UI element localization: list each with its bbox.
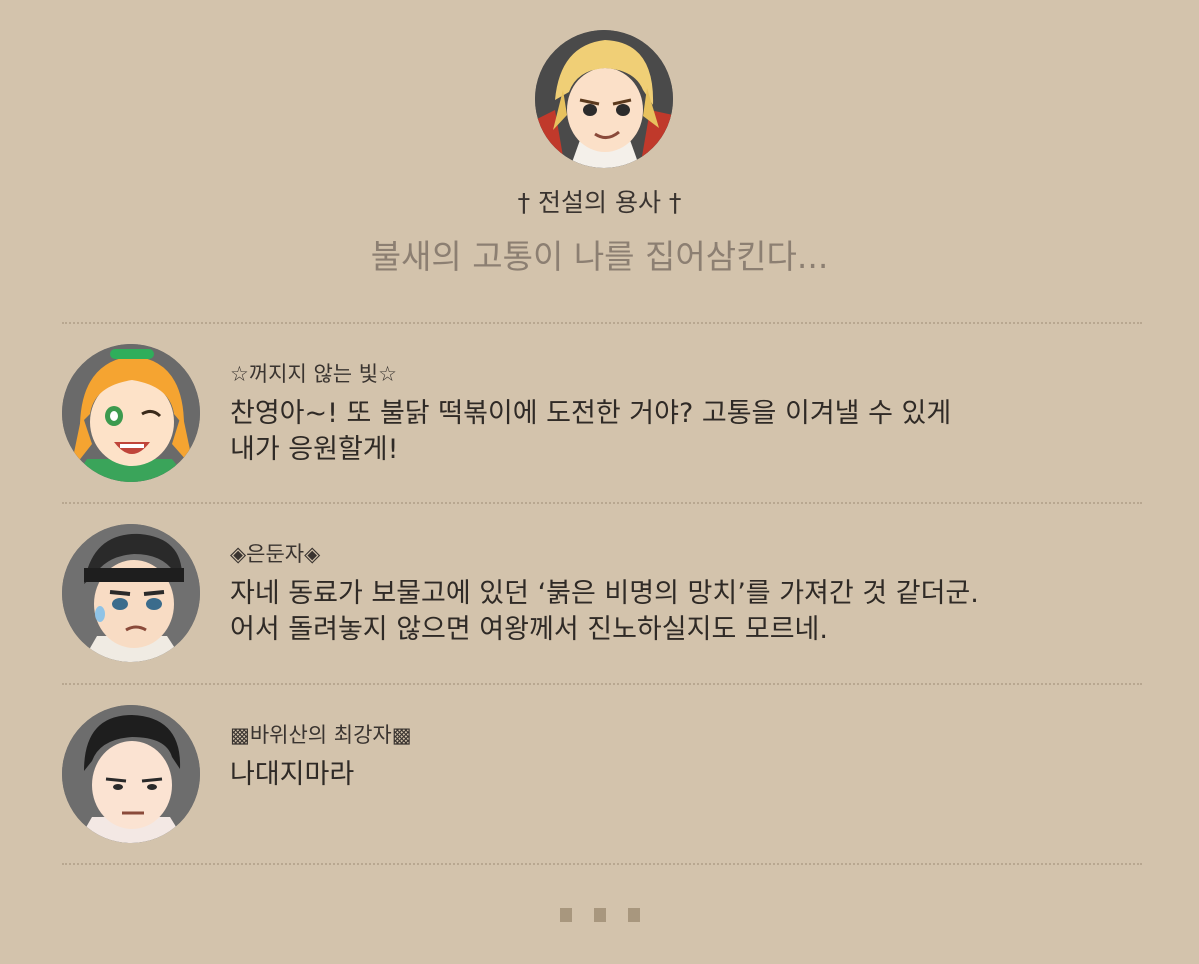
comment-text-line: 내가 응원할게! xyxy=(230,434,399,465)
more-comments-button[interactable] xyxy=(0,908,1199,928)
divider xyxy=(62,502,1142,504)
profile-avatar[interactable] xyxy=(535,30,673,168)
comment-text-line: 자네 동료가 보물고에 있던 ‘붉은 비명의 망치’를 가져간 것 같더군. xyxy=(230,578,979,609)
strongman-portrait-icon xyxy=(62,705,200,843)
girl-portrait-icon xyxy=(62,344,200,482)
more-dot-icon xyxy=(627,908,640,922)
comment-item: ☆꺼지지 않는 빛☆ 찬영아~! 또 불닭 떡볶이에 도전한 거야? 고통을 이… xyxy=(0,344,1199,514)
comment-text-line: 찬영아~! 또 불닭 떡볶이에 도전한 거야? 고통을 이겨낼 수 있게 xyxy=(230,398,952,429)
commenter-avatar[interactable] xyxy=(62,705,200,843)
hero-portrait-icon xyxy=(535,30,673,168)
divider xyxy=(62,683,1142,685)
comment-text-line: 어서 돌려놓지 않으면 여왕께서 진노하실지도 모르네. xyxy=(230,614,828,645)
more-dot-icon xyxy=(593,908,606,922)
comment-item: ▩바위산의 최강자▩ 나대지마라 xyxy=(0,705,1199,875)
comment-item: ◈은둔자◈ 자네 동료가 보물고에 있던 ‘붉은 비명의 망치’를 가져간 것 … xyxy=(0,524,1199,694)
comment-text-line: 나대지마라 xyxy=(230,759,355,790)
commenter-avatar[interactable] xyxy=(62,344,200,482)
hermit-portrait-icon xyxy=(62,524,200,662)
commenter-name: ☆꺼지지 않는 빛☆ xyxy=(230,362,397,386)
profile-name: † 전설의 용사 † xyxy=(517,188,682,217)
commenter-name: ▩바위산의 최강자▩ xyxy=(230,723,412,747)
commenter-name: ◈은둔자◈ xyxy=(230,542,321,566)
comment-text: 찬영아~! 또 불닭 떡볶이에 도전한 거야? 고통을 이겨낼 수 있게 내가 … xyxy=(230,396,1130,468)
profile-status-message: 불새의 고통이 나를 집어삼킨다... xyxy=(370,237,829,276)
profile-header: † 전설의 용사 † 불새의 고통이 나를 집어삼킨다... xyxy=(0,0,1199,290)
more-dot-icon xyxy=(559,908,572,922)
comment-text: 자네 동료가 보물고에 있던 ‘붉은 비명의 망치’를 가져간 것 같더군. 어… xyxy=(230,576,1130,648)
divider xyxy=(62,863,1142,865)
divider xyxy=(62,322,1142,324)
commenter-avatar[interactable] xyxy=(62,524,200,662)
comment-text: 나대지마라 xyxy=(230,757,1130,793)
